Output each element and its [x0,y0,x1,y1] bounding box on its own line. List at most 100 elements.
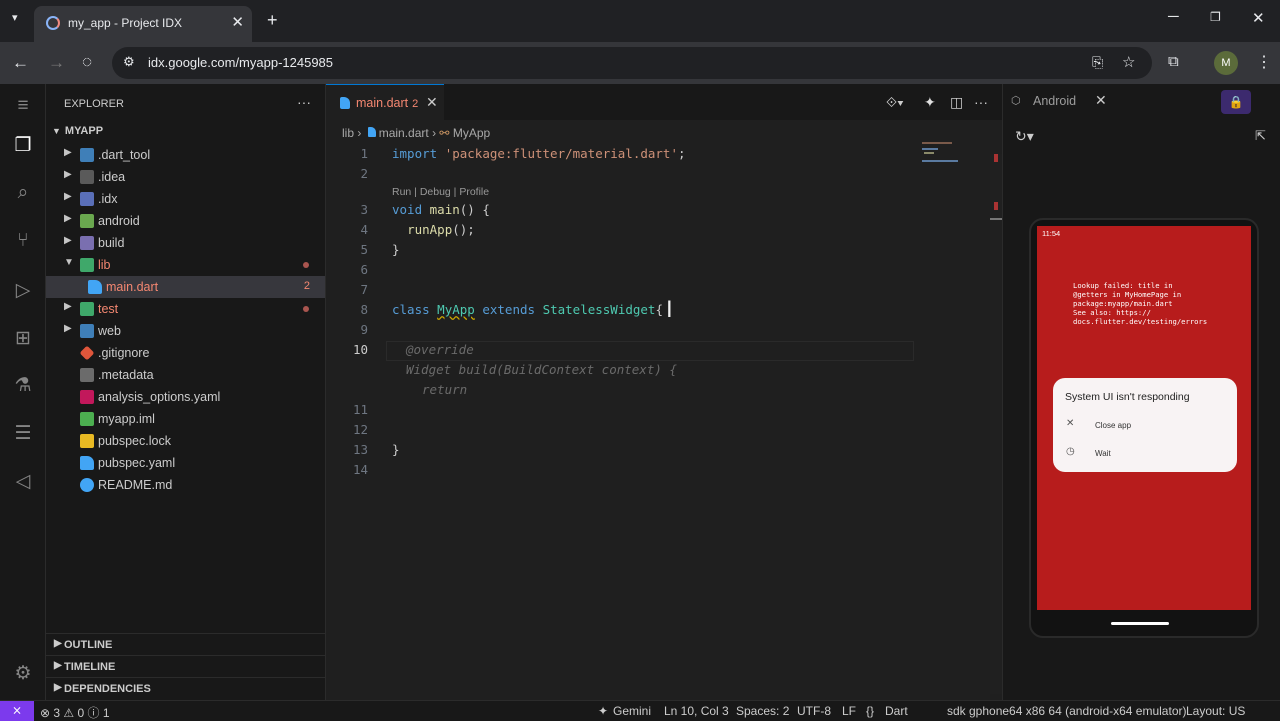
close-app-option[interactable]: Close app [1095,421,1131,430]
source-control-icon[interactable]: ⑂ [11,229,35,253]
breadcrumb-item[interactable]: main.dart [379,126,429,140]
breadcrumb-item[interactable]: MyApp [453,126,490,140]
tree-item-gitignore[interactable]: .gitignore [46,342,325,364]
breadcrumb-item[interactable]: lib [342,126,354,140]
section-outline[interactable]: ▶ OUTLINE [46,633,325,655]
tree-item-build[interactable]: ▶ build [46,232,325,254]
tab-search-icon[interactable]: ▾ [12,11,18,24]
code-line-13[interactable]: } [392,442,400,457]
cursor-position[interactable]: Ln 10, Col 3 [664,704,729,718]
code-line-1[interactable]: import 'package:flutter/material.dart'; [392,146,686,161]
keyboard-layout[interactable]: Layout: US [1186,704,1245,718]
run-dropdown-icon[interactable]: ⟐▾ [886,94,904,111]
workspace-root[interactable]: ▼ MYAPP [52,125,103,137]
tree-item-idx[interactable]: ▶ .idx [46,188,325,210]
open-external-icon[interactable]: ⇱ [1255,128,1266,144]
vertical-scrollbar[interactable] [990,154,1002,694]
keyword-token: import [392,146,438,161]
minimap[interactable] [920,140,990,180]
tree-item-label: .gitignore [98,346,150,360]
install-app-icon[interactable]: ⎘ [1092,54,1103,71]
maximize-icon[interactable]: ❐ [1210,10,1221,24]
editor-more-icon[interactable]: ··· [974,94,988,110]
code-line-5[interactable]: } [392,242,400,257]
tree-item-pubspec-yaml[interactable]: pubspec.yaml [46,452,325,474]
line-number: 10 [352,342,368,357]
wait-option[interactable]: Wait [1095,449,1111,458]
close-tab-icon[interactable]: ✕ [231,13,244,31]
tree-item-android[interactable]: ▶ android [46,210,325,232]
new-tab-icon[interactable]: + [267,10,278,31]
search-icon[interactable]: ⌕ [11,181,35,205]
address-bar[interactable]: ⚙ idx.google.com/myapp-1245985 [112,47,1152,79]
more-actions-icon[interactable]: ··· [297,94,311,110]
flutter-icon[interactable]: ◁ [11,470,35,494]
reload-icon[interactable]: ↻▾ [1015,128,1034,145]
phone-screen[interactable]: 11:54 Lookup failed: title in @getters i… [1037,226,1251,610]
editor-tab-main-dart[interactable]: main.dart 2 ✕ [326,84,444,120]
gemini-status[interactable]: Gemini [613,704,651,718]
device-selector[interactable]: sdk gphone64 x86 64 (android-x64 emulato… [947,704,1186,718]
browser-menu-icon[interactable]: ⋮ [1256,52,1272,72]
tree-item-main-dart[interactable]: main.dart 2 [46,276,325,298]
encoding[interactable]: UTF-8 [797,704,831,718]
class-token: StatelessWidget [542,302,656,317]
extensions-icon[interactable]: ⊞ [11,327,35,351]
site-info-icon[interactable]: ⚙ [123,54,135,70]
ghost-suggestion-line-3: return [422,382,468,397]
section-timeline[interactable]: ▶ TIMELINE [46,655,325,677]
section-dependencies[interactable]: ▶ DEPENDENCIES [46,677,325,699]
folder-icon [80,148,94,162]
punctuation-token: ; [677,146,686,161]
extensions-icon[interactable]: ⧉ [1168,53,1179,70]
close-window-icon[interactable]: ✕ [1252,9,1265,27]
tree-item-web[interactable]: ▶ web [46,320,325,342]
settings-gear-icon[interactable]: ⚙ [11,662,35,686]
close-editor-tab-icon[interactable]: ✕ [426,94,438,111]
tree-item-myapp-iml[interactable]: myapp.iml [46,408,325,430]
code-line-8[interactable]: class MyApp extends StatelessWidget{ [392,302,663,317]
browser-tab[interactable]: my_app - Project IDX ✕ [34,6,252,42]
tree-item-pubspec-lock[interactable]: pubspec.lock [46,430,325,452]
split-editor-icon[interactable]: ◫ [950,94,963,111]
gemini-spark-icon: ✦ [598,704,609,718]
menu-icon[interactable]: ≡ [11,94,35,118]
profile-avatar[interactable]: M [1214,51,1238,75]
code-lens-run-debug-profile[interactable]: Run | Debug | Profile [392,186,489,198]
error-marker [994,154,998,162]
language-mode[interactable]: Dart [885,704,908,718]
status-bar: ⨯ ⊗ 3 ⚠ 0 ⓘ 1 ✦ Gemini Ln 10, Col 3 Spac… [0,700,1280,721]
cursor-marker [990,218,1002,220]
tree-item-dart-tool[interactable]: ▶ .dart_tool [46,144,325,166]
loading-spinner-icon[interactable]: ◌ [82,52,92,72]
tree-item-lib[interactable]: ▼ lib [46,254,325,276]
code-line-4[interactable]: runApp(); [392,222,475,237]
phone-frame: 11:54 Lookup failed: title in @getters i… [1029,218,1259,638]
android-tab-label[interactable]: Android [1033,94,1076,108]
testing-icon[interactable]: ⚗ [11,374,35,398]
remote-indicator-icon[interactable]: ⨯ [0,701,34,721]
gesture-nav-bar[interactable] [1111,622,1169,625]
tree-item-idea[interactable]: ▶ .idea [46,166,325,188]
explorer-icon[interactable]: ❐ [11,134,35,158]
bookmark-star-icon[interactable]: ☆ [1122,53,1135,71]
lock-icon[interactable]: 🔒 [1221,90,1251,114]
explorer-sidebar: EXPLORER ··· ▼ MYAPP ▶ .dart_tool ▶ .idea… [46,84,326,700]
outline-list-icon[interactable]: ☰ [11,422,35,446]
idx-favicon-icon [46,16,60,30]
tree-item-label: .dart_tool [98,148,151,162]
close-android-tab-icon[interactable]: ✕ [1095,92,1107,109]
tree-item-test[interactable]: ▶ test [46,298,325,320]
tree-item-metadata[interactable]: .metadata [46,364,325,386]
run-debug-icon[interactable]: ▷ [11,279,35,303]
gemini-spark-icon[interactable]: ✦ [924,94,936,111]
code-line-3[interactable]: void main() { [392,202,490,217]
problems-indicator[interactable]: ⊗ 3 ⚠ 0 ⓘ 1 [40,704,110,721]
indentation[interactable]: Spaces: 2 [736,704,789,718]
tree-item-readme[interactable]: README.md [46,474,325,496]
minimize-icon[interactable]: ─ [1168,8,1179,25]
back-icon[interactable]: ← [12,53,29,73]
end-of-line[interactable]: LF [842,704,856,718]
tree-item-analysis-options[interactable]: analysis_options.yaml [46,386,325,408]
forward-icon[interactable]: → [48,53,65,73]
